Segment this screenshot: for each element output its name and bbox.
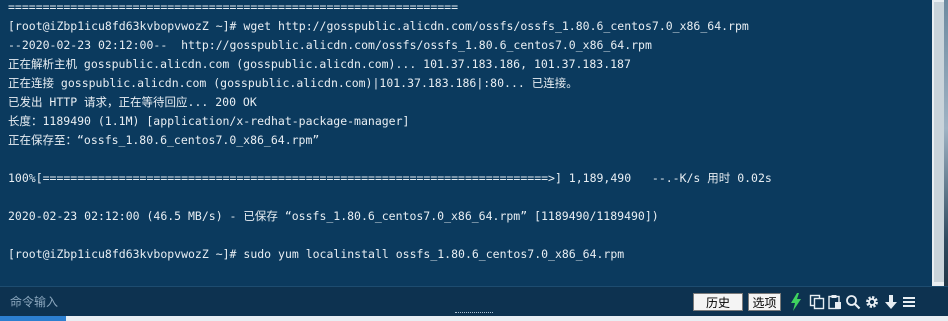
terminal-line: --2020-02-23 02:12:00-- http://gosspubli… [8, 38, 652, 52]
paste-icon[interactable] [826, 292, 844, 312]
terminal-line: 已发出 HTTP 请求，正在等待回应... 200 OK [8, 95, 257, 109]
terminal-content: ========================================… [8, 0, 928, 283]
terminal-line: 100%[===================================… [8, 171, 772, 185]
lightning-icon[interactable] [787, 292, 805, 312]
menu-icon[interactable] [900, 292, 918, 312]
search-icon[interactable] [844, 292, 862, 312]
desktop-background-edge [944, 0, 948, 321]
command-input[interactable] [0, 287, 696, 316]
terminal-line: ========================================… [8, 0, 459, 14]
copy-icon[interactable] [808, 292, 826, 312]
terminal-line: 正在连接 gosspublic.alicdn.com (gosspublic.a… [8, 76, 578, 90]
bottom-tab-strip [0, 316, 948, 321]
download-icon[interactable] [882, 292, 900, 312]
terminal-line: 2020-02-23 02:12:00 (46.5 MB/s) - 已保存 “o… [8, 209, 659, 223]
active-tab-indicator[interactable] [0, 316, 66, 321]
terminal-window: ========================================… [0, 0, 948, 321]
terminal-output[interactable]: ========================================… [0, 0, 932, 286]
options-button[interactable]: 选项 [748, 293, 781, 311]
terminal-line: [root@iZbp1icu8fd63kvbopvwozZ ~]# sudo y… [8, 247, 625, 261]
history-button[interactable]: 历史 [693, 293, 743, 311]
terminal-line: 正在解析主机 gosspublic.alicdn.com (gosspublic… [8, 57, 631, 71]
terminal-line: 长度：1189490 (1.1M) [application/x-redhat-… [8, 114, 410, 128]
terminal-line: [root@iZbp1icu8fd63kvbopvwozZ ~]# wget h… [8, 19, 749, 33]
terminal-line: 正在保存至：“ossfs_1.80.6_centos7.0_x86_64.rpm… [8, 133, 320, 147]
gear-icon[interactable] [863, 292, 881, 312]
